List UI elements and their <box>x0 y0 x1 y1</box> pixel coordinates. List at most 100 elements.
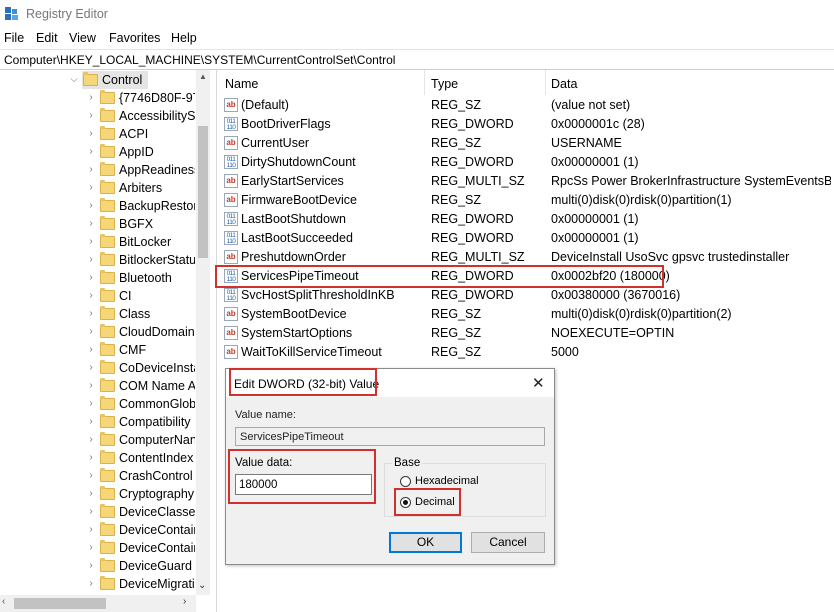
window-title: Registry Editor <box>26 7 108 21</box>
tree-item[interactable]: › Arbiters <box>0 179 200 197</box>
chevron-right-icon[interactable]: › <box>86 308 96 320</box>
tree-item-label: Arbiters <box>119 181 163 195</box>
tree-item[interactable]: › CommonGlob <box>0 395 200 413</box>
tree-horizontal-scrollbar[interactable]: ‹ › <box>0 595 196 612</box>
column-header-name[interactable]: Name <box>217 70 424 95</box>
tree-item[interactable]: › Compatibility <box>0 413 200 431</box>
tree-item[interactable]: › AccessibilitySe <box>0 107 200 125</box>
address-bar[interactable]: Computer\HKEY_LOCAL_MACHINE\SYSTEM\Curre… <box>0 49 834 70</box>
chevron-down-icon[interactable]: ⌵ <box>69 74 79 86</box>
chevron-right-icon[interactable]: › <box>86 254 96 266</box>
column-header-type[interactable]: Type <box>425 70 545 95</box>
menu-edit[interactable]: Edit <box>36 31 58 45</box>
tree-item[interactable]: › AppID <box>0 143 200 161</box>
chevron-right-icon[interactable]: › <box>86 218 96 230</box>
chevron-right-icon[interactable]: › <box>86 542 96 554</box>
table-row[interactable]: ab WaitToKillServiceTimeout REG_SZ 5000 <box>217 343 834 362</box>
menu-view[interactable]: View <box>69 31 96 45</box>
tree-item[interactable]: › DeviceGuard <box>0 557 200 575</box>
tree-item-label: AppReadiness <box>119 163 195 177</box>
chevron-right-icon[interactable]: › <box>86 416 96 428</box>
scroll-left-arrow-icon[interactable]: ‹ <box>2 596 5 607</box>
table-row[interactable]: ab CurrentUser REG_SZ USERNAME <box>217 134 834 153</box>
scrollbar-thumb[interactable] <box>198 126 208 258</box>
chevron-right-icon[interactable]: › <box>86 398 96 410</box>
tree-item[interactable]: › ComputerNan <box>0 431 200 449</box>
tree-item-control[interactable]: ⌵ Control <box>0 71 200 89</box>
tree-item[interactable]: › DeviceClasses <box>0 503 200 521</box>
menu-file[interactable]: File <box>4 31 24 45</box>
tree-item-label: BitlockerStatus <box>119 253 195 267</box>
address-path[interactable]: Computer\HKEY_LOCAL_MACHINE\SYSTEM\Curre… <box>4 53 395 67</box>
scroll-right-arrow-icon[interactable]: › <box>183 596 186 607</box>
hexadecimal-label[interactable]: Hexadecimal <box>415 475 479 487</box>
tree-item[interactable]: › CrashControl <box>0 467 200 485</box>
tree-item[interactable]: › CI <box>0 287 200 305</box>
close-icon[interactable]: ✕ <box>532 374 545 392</box>
menu-help[interactable]: Help <box>171 31 197 45</box>
scroll-down-arrow-icon[interactable]: ⌄ <box>198 580 206 591</box>
cancel-button[interactable]: Cancel <box>471 532 545 553</box>
chevron-right-icon[interactable]: › <box>86 560 96 572</box>
table-row[interactable]: 011 110 DirtyShutdownCount REG_DWORD 0x0000… <box>217 153 834 172</box>
tree-item[interactable]: › DeviceContair <box>0 539 200 557</box>
tree-vertical-scrollbar[interactable]: ▲ ⌄ <box>196 70 210 595</box>
table-row[interactable]: 011 110 SvcHostSplitThresholdInKB REG_DWOR… <box>217 286 834 305</box>
chevron-right-icon[interactable]: › <box>86 164 96 176</box>
tree-item[interactable]: › CoDeviceInsta <box>0 359 200 377</box>
tree-item[interactable]: › Bluetooth <box>0 269 200 287</box>
chevron-right-icon[interactable]: › <box>86 362 96 374</box>
chevron-right-icon[interactable]: › <box>86 236 96 248</box>
chevron-right-icon[interactable]: › <box>86 290 96 302</box>
chevron-right-icon[interactable]: › <box>86 344 96 356</box>
table-row[interactable]: 011 110 LastBootShutdown REG_DWORD 0x000000… <box>217 210 834 229</box>
chevron-right-icon[interactable]: › <box>86 434 96 446</box>
menu-favorites[interactable]: Favorites <box>109 31 160 45</box>
tree-item[interactable]: › ACPI <box>0 125 200 143</box>
hexadecimal-radio[interactable] <box>400 476 411 487</box>
chevron-right-icon[interactable]: › <box>86 128 96 140</box>
chevron-right-icon[interactable]: › <box>86 272 96 284</box>
chevron-right-icon[interactable]: › <box>86 380 96 392</box>
tree-item[interactable]: › DeviceMigratic <box>0 575 200 593</box>
tree-item[interactable]: › {7746D80F-97E <box>0 89 200 107</box>
chevron-right-icon[interactable]: › <box>86 200 96 212</box>
tree-item[interactable]: › Cryptography <box>0 485 200 503</box>
ok-button[interactable]: OK <box>389 532 462 553</box>
tree-item[interactable]: › Class <box>0 305 200 323</box>
chevron-right-icon[interactable]: › <box>86 488 96 500</box>
chevron-right-icon[interactable]: › <box>86 92 96 104</box>
value-type: REG_SZ <box>431 345 482 359</box>
tree-item[interactable]: › ContentIndex <box>0 449 200 467</box>
tree-item[interactable]: › BitLocker <box>0 233 200 251</box>
chevron-right-icon[interactable]: › <box>86 452 96 464</box>
chevron-right-icon[interactable]: › <box>86 326 96 338</box>
tree-item[interactable]: › BitlockerStatus <box>0 251 200 269</box>
tree-item[interactable]: › BackupRestore <box>0 197 200 215</box>
table-row[interactable]: ab FirmwareBootDevice REG_SZ multi(0)disk(0… <box>217 191 834 210</box>
table-row[interactable]: 011 110 BootDriverFlags REG_DWORD 0x0000001… <box>217 115 834 134</box>
tree-item[interactable]: › DeviceContair <box>0 521 200 539</box>
chevron-right-icon[interactable]: › <box>86 110 96 122</box>
tree-item[interactable]: › AppReadiness <box>0 161 200 179</box>
tree-item[interactable]: › CloudDomain <box>0 323 200 341</box>
table-row[interactable]: 011 110 LastBootSucceeded REG_DWORD 0x00000… <box>217 229 834 248</box>
column-header-data[interactable]: Data <box>546 70 834 95</box>
tree-item[interactable]: › CMF <box>0 341 200 359</box>
chevron-right-icon[interactable]: › <box>86 182 96 194</box>
tree-item[interactable]: › BGFX <box>0 215 200 233</box>
scrollbar-thumb[interactable] <box>14 598 106 609</box>
chevron-right-icon[interactable]: › <box>86 578 96 590</box>
scroll-up-arrow-icon[interactable]: ▲ <box>199 72 207 81</box>
chevron-right-icon[interactable]: › <box>86 146 96 158</box>
chevron-right-icon[interactable]: › <box>86 470 96 482</box>
key-tree: ⌵ Control › {7746D80F-97E › AccessibilitySe… <box>0 70 210 612</box>
tree-item-label: BackupRestore <box>119 199 195 213</box>
table-row[interactable]: ab (Default) REG_SZ (value not set) <box>217 96 834 115</box>
chevron-right-icon[interactable]: › <box>86 506 96 518</box>
table-row[interactable]: ab EarlyStartServices REG_MULTI_SZ RpcSs Po… <box>217 172 834 191</box>
table-row[interactable]: ab SystemBootDevice REG_SZ multi(0)disk(0)r… <box>217 305 834 324</box>
tree-item[interactable]: › COM Name A <box>0 377 200 395</box>
chevron-right-icon[interactable]: › <box>86 524 96 536</box>
table-row[interactable]: ab SystemStartOptions REG_SZ NOEXECUTE=OPT… <box>217 324 834 343</box>
